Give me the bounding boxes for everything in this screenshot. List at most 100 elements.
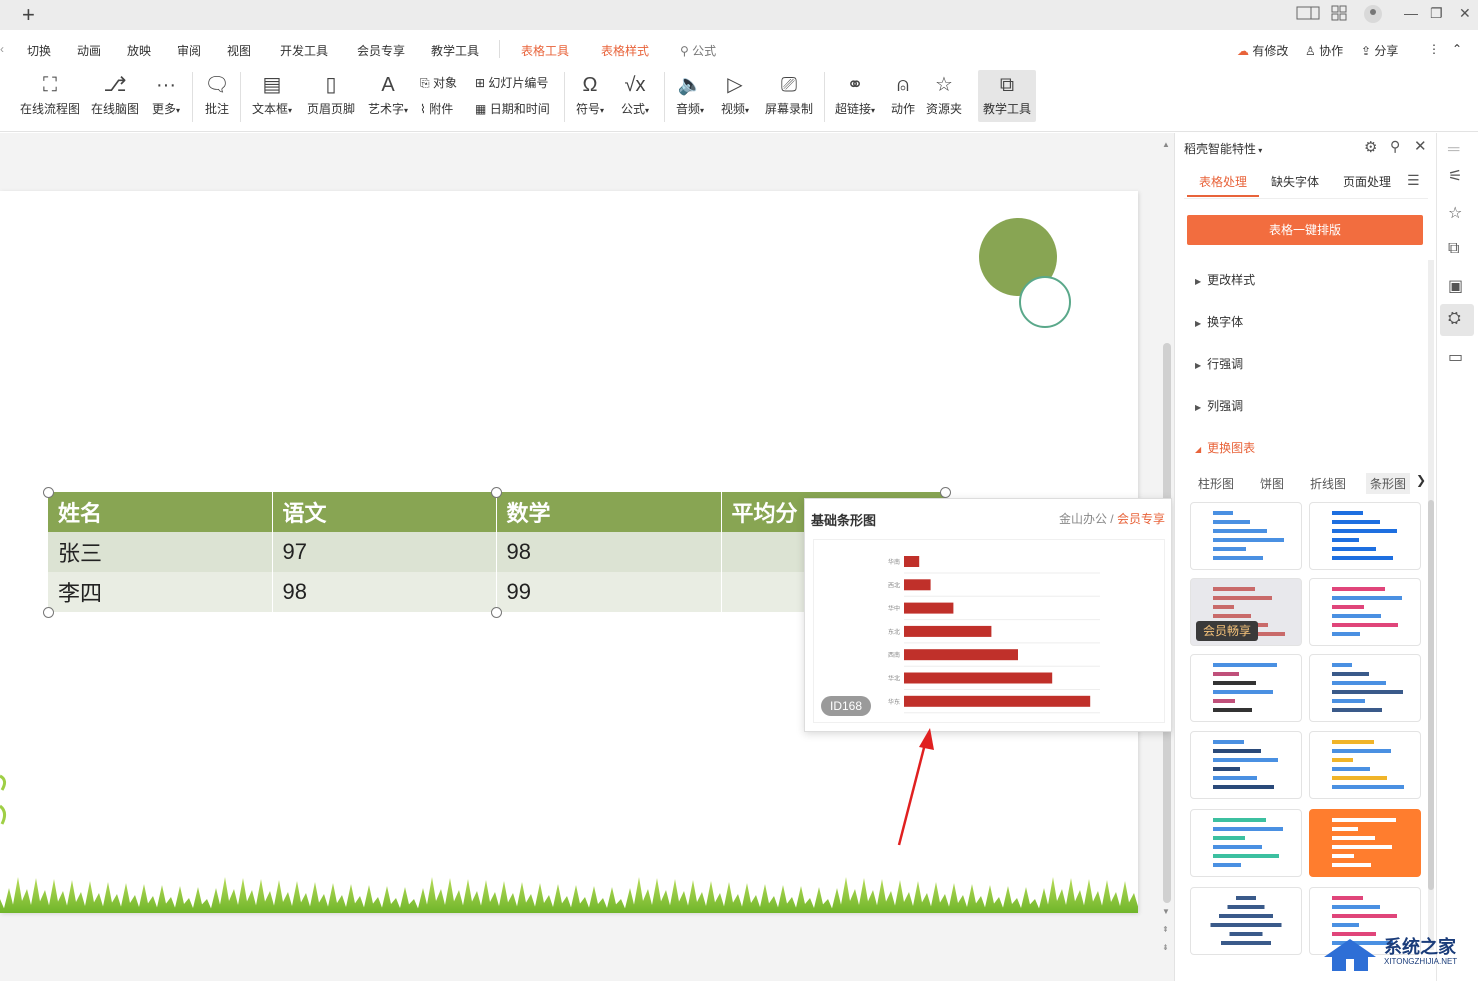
search-box[interactable]: ⚲ 公式: [680, 42, 716, 59]
audio-button[interactable]: 🔈 音频▾: [672, 70, 708, 122]
formula-button[interactable]: √x 公式▾: [616, 70, 654, 122]
chart-template-thumbnail[interactable]: [1190, 654, 1302, 722]
action-button[interactable]: ⍝ 动作: [886, 70, 920, 122]
tab-transition[interactable]: 切换: [27, 42, 51, 59]
video-button[interactable]: ▷ 视频▾: [716, 70, 754, 122]
tab-animation[interactable]: 动画: [77, 42, 101, 59]
table-one-key-layout-button[interactable]: 表格一键排版: [1187, 215, 1423, 245]
settings-gear-icon[interactable]: ⚙: [1364, 138, 1377, 156]
chart-template-thumbnail[interactable]: [1190, 502, 1302, 570]
chart-template-thumbnail[interactable]: [1309, 578, 1421, 646]
table-cell[interactable]: 李四: [48, 572, 273, 612]
menu-tab-overflow[interactable]: ‹: [0, 42, 4, 56]
header-cell[interactable]: 姓名: [48, 492, 273, 532]
panel-scrollbar-thumb[interactable]: [1428, 500, 1434, 890]
chart-tab-bar[interactable]: 条形图: [1366, 473, 1411, 494]
grid-icon[interactable]: [1331, 5, 1347, 24]
smart-feature-icon[interactable]: ⛭: [1448, 310, 1461, 328]
resize-handle[interactable]: [43, 487, 54, 498]
screen-record-button[interactable]: ⎚ 屏幕录制: [764, 70, 814, 122]
scroll-up-icon[interactable]: ▲: [1162, 140, 1170, 149]
pin-icon[interactable]: ⚲: [1390, 138, 1400, 155]
next-slide-icon[interactable]: ⇟: [1162, 943, 1169, 952]
chart-tabs-next-icon[interactable]: ❯: [1416, 473, 1426, 487]
chart-template-thumbnail[interactable]: [1309, 809, 1421, 877]
wordart-button[interactable]: A 艺术字▾: [364, 70, 412, 122]
more-menu-icon[interactable]: ⋮: [1428, 42, 1440, 56]
table-cell[interactable]: 98: [272, 572, 497, 612]
chart-template-thumbnail[interactable]: [1190, 731, 1302, 799]
table-cell[interactable]: 97: [272, 532, 497, 572]
more-button[interactable]: ··· 更多▾: [148, 70, 184, 122]
tab-table-tools[interactable]: 表格工具: [521, 42, 569, 59]
sliders-icon[interactable]: ⚟: [1448, 166, 1462, 186]
image-icon[interactable]: ▣: [1448, 276, 1463, 296]
panel-menu-icon[interactable]: ☰: [1407, 172, 1420, 189]
teaching-tools-button[interactable]: ⧉ 教学工具: [978, 70, 1036, 122]
share-button[interactable]: ⇪ 分享: [1361, 42, 1398, 59]
tab-page-processing[interactable]: 页面处理: [1343, 173, 1391, 190]
attachment-button[interactable]: ⌇ 附件: [420, 100, 453, 117]
scroll-down-icon[interactable]: ▼: [1162, 907, 1170, 916]
section-change-font[interactable]: ▶ 换字体: [1195, 313, 1243, 330]
collab-button[interactable]: ♙ 协作: [1305, 42, 1343, 59]
online-flowchart-button[interactable]: ⛶ 在线流程图: [20, 70, 80, 122]
slide-number-button[interactable]: ⊞ 幻灯片编号: [475, 74, 548, 91]
hyperlink-button[interactable]: ⚭ 超链接▾: [832, 70, 878, 122]
panel-close-icon[interactable]: ✕: [1414, 137, 1427, 155]
resize-handle[interactable]: [43, 607, 54, 618]
section-column-emphasis[interactable]: ▶ 列强调: [1195, 397, 1243, 414]
prev-slide-icon[interactable]: ⇞: [1162, 925, 1169, 934]
user-icon: ♙: [1305, 44, 1316, 58]
chart-template-thumbnail[interactable]: [1309, 731, 1421, 799]
tab-slideshow[interactable]: 放映: [127, 42, 151, 59]
tab-table-style[interactable]: 表格样式: [601, 42, 649, 59]
avatar[interactable]: [1363, 4, 1383, 27]
comment-button[interactable]: 🗨 批注: [200, 70, 234, 122]
tab-table-processing[interactable]: 表格处理: [1199, 173, 1247, 190]
datetime-button[interactable]: ▦ 日期和时间: [475, 100, 550, 117]
chart-tab-pie[interactable]: 饼图: [1260, 475, 1284, 492]
section-change-chart[interactable]: ◢ 更换图表: [1195, 439, 1255, 456]
chart-tab-column[interactable]: 柱形图: [1198, 475, 1234, 492]
tab-vip[interactable]: 会员专享: [357, 42, 405, 59]
table-cell[interactable]: 99: [496, 572, 722, 612]
modified-button[interactable]: ☁ 有修改: [1237, 42, 1288, 59]
table-cell[interactable]: 张三: [48, 532, 273, 572]
collapse-ribbon-icon[interactable]: ⌃: [1452, 42, 1462, 56]
chart-template-thumbnail[interactable]: [1309, 654, 1421, 722]
header-cell[interactable]: 语文: [272, 492, 497, 532]
chart-template-thumbnail[interactable]: [1190, 887, 1302, 955]
resize-handle[interactable]: [940, 487, 951, 498]
minimize-button[interactable]: —: [1404, 5, 1418, 21]
new-tab-button[interactable]: +: [22, 2, 35, 28]
copy-icon[interactable]: ⧉: [1448, 240, 1459, 258]
tab-missing-fonts[interactable]: 缺失字体: [1271, 173, 1319, 190]
restore-button[interactable]: ❐: [1430, 5, 1443, 22]
header-footer-button[interactable]: ▯ 页眉页脚: [306, 70, 356, 122]
table-cell[interactable]: 98: [496, 532, 722, 572]
chart-tab-line[interactable]: 折线图: [1310, 475, 1346, 492]
header-cell[interactable]: 数学: [496, 492, 722, 532]
section-change-style[interactable]: ▶ 更改样式: [1195, 271, 1255, 288]
panel-scrollbar[interactable]: [1428, 260, 1434, 950]
tab-teaching-tools[interactable]: 教学工具: [431, 42, 479, 59]
book-icon[interactable]: ▭: [1448, 347, 1463, 367]
chart-template-thumbnail[interactable]: [1309, 502, 1421, 570]
resource-folder-button[interactable]: ☆ 资源夹: [924, 70, 964, 122]
textbox-button[interactable]: ▤ 文本框▾: [248, 70, 296, 122]
layout-icon[interactable]: [1296, 5, 1320, 24]
close-button[interactable]: ✕: [1459, 5, 1471, 22]
star-icon[interactable]: ☆: [1448, 203, 1462, 223]
tab-review[interactable]: 审阅: [177, 42, 201, 59]
chart-template-thumbnail[interactable]: [1190, 809, 1302, 877]
tab-view[interactable]: 视图: [227, 42, 251, 59]
tab-developer[interactable]: 开发工具: [280, 42, 328, 59]
online-mindmap-button[interactable]: ⎇ 在线脑图: [90, 70, 140, 122]
panel-title[interactable]: 稻壳智能特性 ▾: [1184, 140, 1262, 157]
resize-handle[interactable]: [491, 607, 502, 618]
resize-handle[interactable]: [491, 487, 502, 498]
object-button[interactable]: ⎘ 对象: [420, 74, 457, 91]
symbol-button[interactable]: Ω 符号▾: [572, 70, 608, 122]
section-row-emphasis[interactable]: ▶ 行强调: [1195, 355, 1243, 372]
